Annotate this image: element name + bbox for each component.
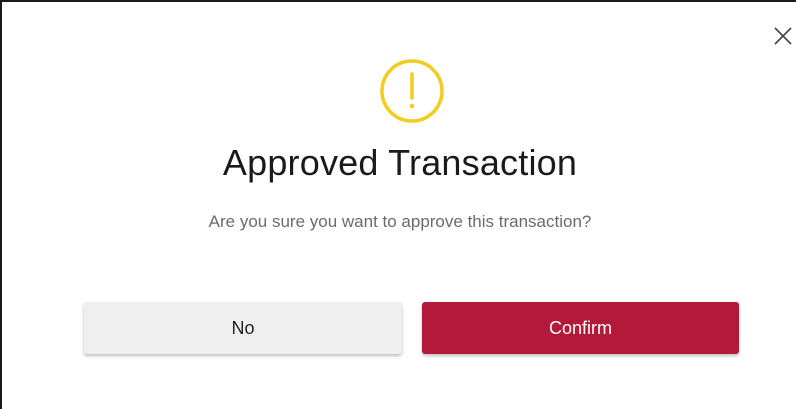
confirmation-dialog: Approved Transaction Are you sure you wa… (0, 0, 796, 409)
close-icon[interactable] (773, 26, 793, 46)
dialog-title: Approved Transaction (222, 142, 578, 183)
dialog-message: Are you sure you want to approve this tr… (208, 212, 592, 231)
warning-circle-icon (379, 58, 445, 124)
no-button[interactable]: No (84, 302, 402, 354)
confirm-button[interactable]: Confirm (422, 302, 739, 354)
